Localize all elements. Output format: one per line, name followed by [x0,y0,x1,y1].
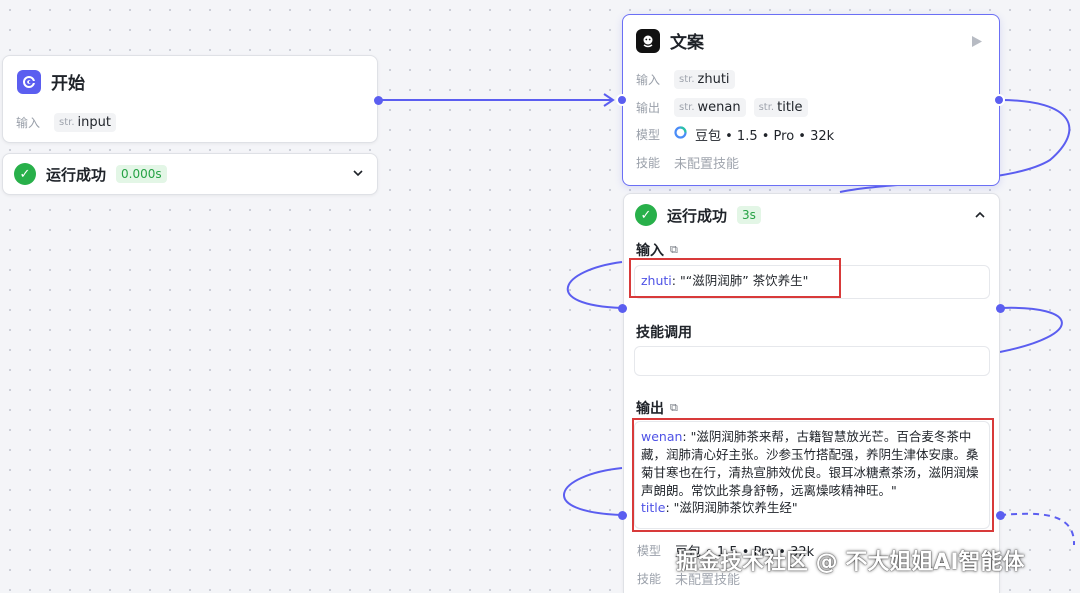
start-status-label: 运行成功 [46,165,107,184]
edge-loop-left-2 [563,467,623,516]
var-name: input [77,115,111,130]
check-circle-icon: ✓ [635,204,657,226]
side-port-right-2[interactable] [996,511,1005,520]
check-circle-icon: ✓ [14,163,36,185]
wenan-node-title: 文案 [670,33,704,53]
var-type: str. [679,74,695,85]
edge-dashed-right [999,512,1076,546]
wenan-run-status: ✓ 运行成功 3s 输入 ⧉ zhuti: "“滋阴润肺” 茶饮养生" 技能调用… [623,193,1000,593]
start-node[interactable]: 开始 输入 str. input [2,55,378,143]
start-run-status[interactable]: ✓ 运行成功 0.000s [2,153,378,195]
start-node-title: 开始 [51,74,85,94]
wenan-input-port[interactable] [616,94,628,106]
var-name: zhuti [697,72,730,87]
play-icon[interactable] [971,33,983,52]
wenan-input-label: 输入 [636,73,661,87]
input-section-title: 输入 [636,243,664,259]
skill-section-title: 技能调用 [636,325,692,341]
wenan-status-label: 运行成功 [667,206,728,225]
start-icon [17,69,41,94]
wenan-output-var-title: str. title [753,98,808,117]
edge-loop-right-1 [999,306,1063,353]
skill-result-field [634,346,990,376]
wenan-output-var-wenan: str. wenan [674,98,746,117]
side-port-left-1[interactable] [618,304,627,313]
wenan-model-value: 豆包 • 1.5 • Pro • 32k [695,129,835,144]
wenan-node[interactable]: 文案 输入 str. zhuti 输出 str. wenan str. titl… [622,14,1000,186]
output-section-title: 输出 [636,401,664,417]
var-type: str. [758,102,775,113]
side-port-left-2[interactable] [618,511,627,520]
highlight-input-box [629,258,841,298]
start-output-port[interactable] [374,96,383,105]
wenan-model-label: 模型 [636,128,661,142]
wenan-status-time: 3s [737,206,761,224]
edge-arrow [603,93,615,107]
side-port-right-1[interactable] [996,304,1005,313]
wenan-skill-value: 未配置技能 [674,157,740,172]
lower-skill-label: 技能 [637,572,662,586]
var-name: title [777,100,803,115]
var-type: str. [59,117,75,128]
chevron-up-icon[interactable] [973,207,987,226]
lower-model-label: 模型 [637,544,662,558]
edge-loop-left-1 [567,261,623,309]
copy-icon[interactable]: ⧉ [670,401,678,415]
wenan-skill-label: 技能 [636,156,661,170]
highlight-output-box [632,418,994,532]
wenan-output-port[interactable] [993,94,1005,106]
chevron-down-icon[interactable] [351,165,365,184]
wenan-input-var-zhuti: str. zhuti [674,70,735,89]
wenan-node-icon [636,28,660,53]
start-input-label: 输入 [16,116,41,130]
start-input-var: str. input [54,113,116,132]
doubao-model-icon [674,126,687,143]
var-name: wenan [697,100,741,115]
watermark: 掘金技术社区 @ 不大姐姐AI智能体 [676,550,1025,575]
var-type: str. [679,102,695,113]
wenan-output-label: 输出 [636,101,661,115]
copy-icon[interactable]: ⧉ [670,243,678,257]
start-status-time: 0.000s [116,165,167,183]
